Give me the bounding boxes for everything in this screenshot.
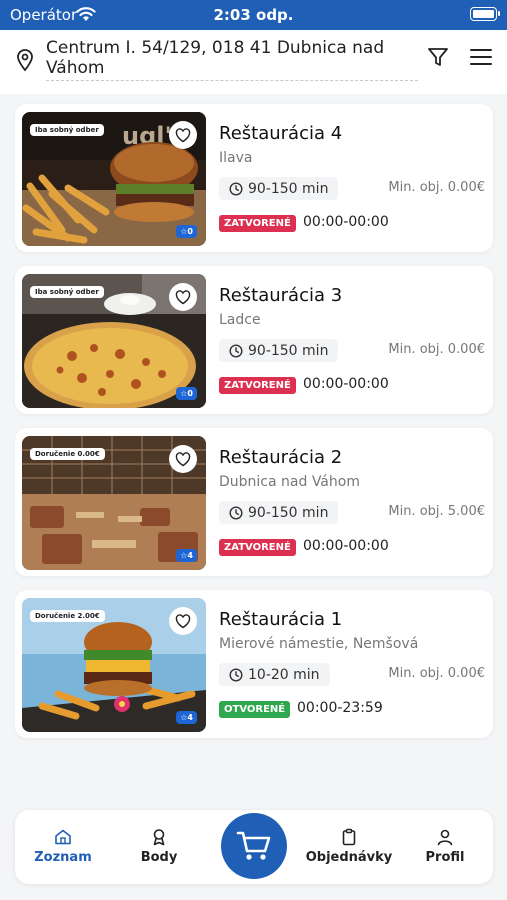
opening-hours: 00:00-00:00 (303, 376, 389, 392)
nav-item-orders[interactable]: Objednávky (301, 828, 397, 865)
restaurant-card[interactable]: Iba sobný odber ☆0 Reštaurácia 3 Ladce 9… (15, 266, 493, 414)
rating-value: 0 (187, 389, 193, 398)
clock-icon (229, 505, 243, 520)
nav-item-points[interactable]: Body (111, 828, 207, 865)
opening-hours: 00:00-00:00 (303, 538, 389, 554)
rating-value: 4 (187, 713, 193, 722)
location-pin-icon (15, 48, 35, 76)
min-order: Min. obj. 5.00€ (388, 504, 485, 519)
heart-icon[interactable] (169, 283, 197, 311)
delivery-time-value: 90-150 min (248, 180, 329, 197)
status-badge: ZATVORENÉ (219, 539, 296, 556)
restaurant-card[interactable]: Doručenie 2.00€ ☆4 Reštaurácia 1 Mierové… (15, 590, 493, 738)
min-order: Min. obj. 0.00€ (388, 666, 485, 681)
restaurant-name[interactable]: Reštaurácia 3 (219, 285, 342, 306)
app-header: Centrum I. 54/129, 018 41 Dubnica nad Vá… (0, 30, 507, 94)
clock-icon (229, 181, 243, 196)
delivery-time: 10-20 min (219, 663, 330, 686)
status-badge: OTVORENÉ (219, 701, 291, 718)
delivery-time: 90-150 min (219, 177, 339, 200)
delivery-time-value: 90-150 min (248, 342, 329, 359)
min-order: Min. obj. 0.00€ (388, 342, 485, 357)
award-icon (153, 829, 165, 846)
clock-icon (229, 343, 243, 358)
delivery-time-value: 10-20 min (248, 666, 320, 683)
battery-icon (470, 7, 500, 21)
nav-label-list: Zoznam (34, 850, 92, 865)
status-badge: ZATVORENÉ (219, 377, 296, 394)
restaurant-city: Ladce (219, 312, 261, 328)
cart-icon (236, 831, 271, 860)
restaurant-badge: Doručenie 0.00€ (30, 448, 105, 460)
nav-item-profile[interactable]: Profil (397, 828, 493, 865)
restaurant-name[interactable]: Reštaurácia 1 (219, 609, 342, 630)
restaurant-city: Dubnica nad Váhom (219, 474, 360, 490)
status-badge: ZATVORENÉ (219, 215, 296, 232)
rating-value: 0 (187, 227, 193, 236)
restaurant-name[interactable]: Reštaurácia 2 (219, 447, 342, 468)
filter-icon[interactable] (427, 46, 449, 72)
restaurant-card[interactable]: Doručenie 0.00€ ☆4 Reštaurácia 2 Dubnica… (15, 428, 493, 576)
clock: 2:03 odp. (213, 6, 294, 24)
heart-icon[interactable] (169, 121, 197, 149)
restaurant-city: Mierové námestie, Nemšová (219, 636, 419, 652)
clipboard-icon (342, 828, 356, 846)
restaurant-card[interactable]: ugl's EET FOO Iba sobný odber ☆0 Reštaur… (15, 104, 493, 252)
heart-icon[interactable] (169, 607, 197, 635)
restaurant-name[interactable]: Reštaurácia 4 (219, 123, 342, 144)
restaurant-photo: Doručenie 2.00€ ☆4 (22, 598, 206, 732)
rating-badge: ☆4 (176, 549, 197, 562)
rating-badge: ☆4 (176, 711, 197, 724)
rating-value: 4 (187, 551, 193, 560)
nav-label-orders: Objednávky (305, 850, 393, 865)
delivery-time-value: 90-150 min (248, 504, 329, 521)
nav-label-points: Body (140, 850, 178, 865)
delivery-time: 90-150 min (219, 339, 339, 362)
restaurant-photo: ugl's EET FOO Iba sobný odber ☆0 (22, 112, 206, 246)
menu-icon[interactable] (470, 47, 492, 71)
restaurant-badge: Doručenie 2.00€ (30, 610, 105, 622)
opening-hours: 00:00-23:59 (297, 700, 383, 716)
rating-badge: ☆0 (176, 225, 197, 238)
status-bar: Operátor 2:03 odp. (0, 0, 507, 30)
clock-icon (229, 667, 243, 682)
home-icon (55, 829, 71, 845)
opening-hours: 00:00-00:00 (303, 214, 389, 230)
delivery-address[interactable]: Centrum I. 54/129, 018 41 Dubnica nad Vá… (46, 38, 418, 81)
bottom-navigation: Zoznam Body Objednávky Profil (15, 810, 493, 884)
restaurant-badge: Iba sobný odber (30, 124, 104, 136)
min-order: Min. obj. 0.00€ (388, 180, 485, 195)
nav-item-list[interactable]: Zoznam (15, 828, 111, 865)
delivery-time: 90-150 min (219, 501, 339, 524)
restaurant-city: Ilava (219, 150, 253, 166)
person-icon (437, 829, 453, 846)
restaurant-badge: Iba sobný odber (30, 286, 104, 298)
heart-icon[interactable] (169, 445, 197, 473)
cart-button[interactable] (221, 813, 287, 879)
nav-label-profile: Profil (425, 850, 465, 865)
rating-badge: ☆0 (176, 387, 197, 400)
restaurant-photo: Doručenie 0.00€ ☆4 (22, 436, 206, 570)
restaurant-photo: Iba sobný odber ☆0 (22, 274, 206, 408)
